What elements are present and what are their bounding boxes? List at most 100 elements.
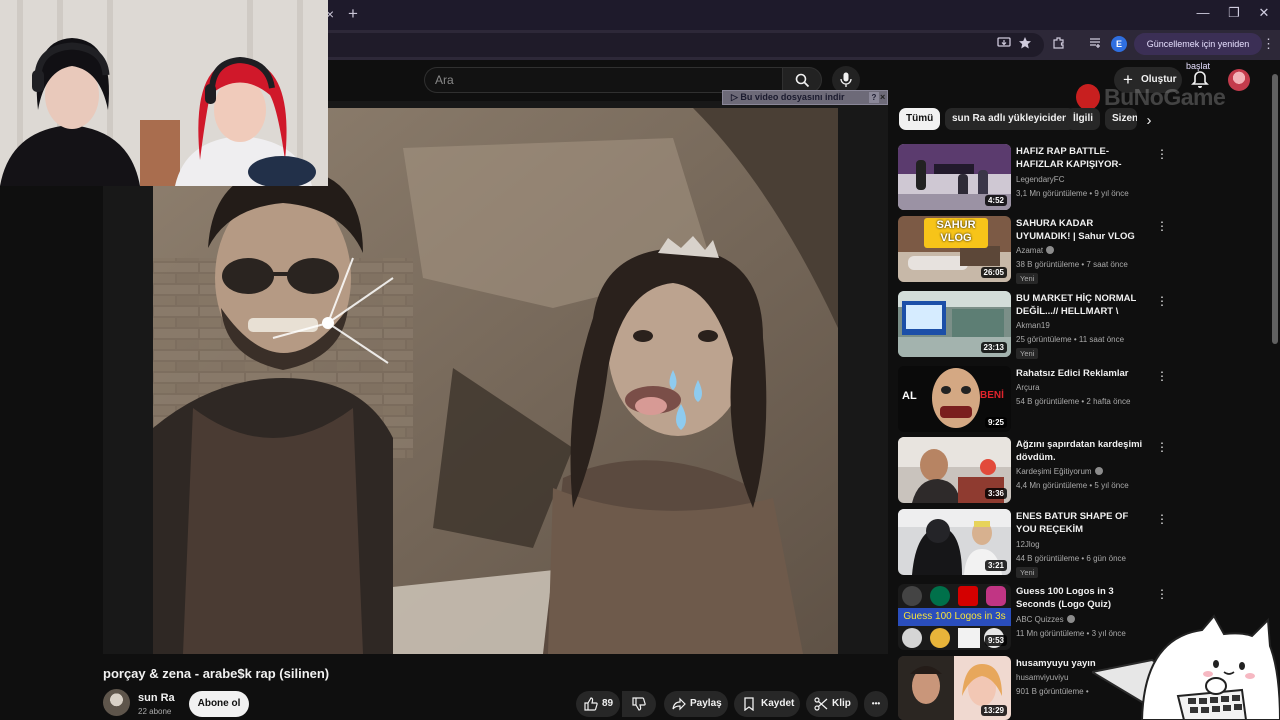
- facecam-image: [0, 0, 328, 186]
- video-duration: 4:52: [984, 195, 1007, 206]
- video-meta: 3,1 Mn görüntüleme • 9 yıl önce: [1016, 189, 1129, 198]
- more-options-icon[interactable]: ⋮: [1156, 146, 1168, 162]
- channel-name[interactable]: ABC Quizzes: [1016, 615, 1075, 624]
- download-video-banner[interactable]: ▷ Bu video dosyasını indir ? ×: [722, 90, 888, 105]
- video-frame: [153, 108, 838, 654]
- chip-related[interactable]: İlgili: [1066, 108, 1100, 130]
- channel-name[interactable]: sun Ra: [138, 692, 175, 704]
- bookmark-star-icon[interactable]: [1016, 36, 1034, 54]
- video-title[interactable]: SAHURA KADAR UYUMADIK! | Sahur VLOG: [1016, 217, 1146, 243]
- download-video-label[interactable]: ▷ Bu video dosyasını indir: [731, 91, 844, 104]
- video-thumbnail[interactable]: 23:13: [898, 291, 1011, 357]
- clip-button[interactable]: Klip: [806, 691, 858, 717]
- subscriber-count: 22 abone: [138, 707, 172, 716]
- video-meta: 25 görüntüleme • 11 saat önce: [1016, 335, 1125, 344]
- restore-button[interactable]: ❐: [1226, 5, 1242, 21]
- recommendation-item[interactable]: AL BENİ 9:25 Rahatsız Edici Reklamlar Ar…: [898, 366, 1170, 434]
- video-thumbnail[interactable]: 3:36: [898, 437, 1011, 503]
- video-thumbnail[interactable]: AL BENİ 9:25: [898, 366, 1011, 432]
- recommendation-item[interactable]: 3:21 ENES BATUR SHAPE OF YOU REÇEKİM 12J…: [898, 509, 1170, 578]
- thumbs-down-icon: [632, 697, 646, 711]
- video-meta: 54 B görüntüleme • 2 hafta önce: [1016, 397, 1131, 406]
- channel-name[interactable]: Kardeşimi Eğitiyorum: [1016, 467, 1103, 476]
- thumbnail-text: Guess 100 Logos in 3s: [903, 611, 1006, 622]
- video-duration: 9:25: [984, 417, 1007, 428]
- more-actions-button[interactable]: •••: [864, 691, 888, 717]
- more-options-icon[interactable]: ⋮: [1156, 218, 1168, 234]
- scrollbar-thumb[interactable]: [1272, 74, 1278, 344]
- video-title[interactable]: Ağzını şapırdatan kardeşimi dövdüm.: [1016, 438, 1146, 464]
- like-count: 89: [602, 698, 614, 709]
- scissors-icon: [814, 697, 828, 711]
- chip-for-you[interactable]: Sizen: [1105, 108, 1137, 130]
- channel-name[interactable]: husamviyuviyu: [1016, 673, 1068, 682]
- video-meta: 901 B görüntüleme •: [1016, 687, 1089, 696]
- recommendation-item[interactable]: 23:13 BU MARKET HİÇ NORMAL DEĞİL...// HE…: [898, 291, 1170, 359]
- stream-watermark: BuNoGame: [1074, 80, 1254, 116]
- extensions-icon[interactable]: [1050, 36, 1068, 54]
- recommendation-item[interactable]: SAHUR VLOG 26:05 SAHURA KADAR UYUMADIK! …: [898, 216, 1170, 284]
- share-button[interactable]: Paylaş: [664, 691, 728, 717]
- chevron-right-icon[interactable]: ›: [1140, 112, 1158, 130]
- more-options-icon[interactable]: ⋮: [1156, 586, 1168, 602]
- video-thumbnail[interactable]: 13:29: [898, 656, 1011, 720]
- chip-all[interactable]: Tümü: [899, 108, 941, 130]
- profile-avatar[interactable]: E: [1111, 36, 1127, 52]
- video-duration: 9:53: [984, 635, 1007, 646]
- video-thumbnail[interactable]: SAHUR VLOG 26:05: [898, 216, 1011, 282]
- save-label: Kaydet: [761, 698, 795, 709]
- update-restart-button[interactable]: Güncellemek için yeniden başlat: [1134, 33, 1262, 71]
- dislike-button[interactable]: [622, 691, 656, 717]
- thumbnail-text-left: AL: [902, 390, 917, 402]
- verified-badge-icon: [1094, 467, 1103, 475]
- new-tab-button[interactable]: +: [344, 4, 362, 24]
- video-still: [153, 108, 838, 654]
- recommendation-item[interactable]: 3:36 Ağzını şapırdatan kardeşimi dövdüm.…: [898, 437, 1170, 505]
- clip-label: Klip: [832, 698, 851, 709]
- like-button[interactable]: 89: [576, 691, 620, 717]
- thumbnail-text-right: BENİ: [980, 390, 1004, 401]
- browser-menu-icon[interactable]: ⋮: [1262, 35, 1275, 53]
- verified-badge-icon: [1066, 615, 1075, 623]
- video-title[interactable]: BU MARKET HİÇ NORMAL DEĞİL...// HELLMART…: [1016, 292, 1146, 319]
- video-thumbnail[interactable]: Guess 100 Logos in 3s 9:53: [898, 584, 1011, 650]
- channel-avatar[interactable]: [103, 689, 130, 716]
- video-title[interactable]: Guess 100 Logos in 3 Seconds (Logo Quiz): [1016, 585, 1146, 611]
- facecam-overlay: [0, 0, 328, 186]
- new-badge: Yeni: [1016, 273, 1039, 284]
- more-options-icon[interactable]: ⋮: [1156, 511, 1168, 527]
- download-help-button[interactable]: ?: [869, 92, 879, 103]
- video-title: porçay & zena - arabe$k rap (silinen): [103, 666, 330, 681]
- watermark-text: BuNoGame: [1104, 84, 1226, 110]
- chip-from-uploader[interactable]: sun Ra adlı yükleyiciden: [945, 108, 1076, 130]
- close-window-button[interactable]: ✕: [1256, 5, 1272, 21]
- more-options-icon[interactable]: ⋮: [1156, 368, 1168, 384]
- install-app-icon[interactable]: [995, 36, 1013, 54]
- download-close-button[interactable]: ×: [880, 91, 888, 104]
- minimize-button[interactable]: —: [1195, 5, 1211, 21]
- channel-name[interactable]: Arçura: [1016, 383, 1040, 392]
- video-thumbnail[interactable]: 4:52: [898, 144, 1011, 210]
- reading-list-icon[interactable]: [1086, 36, 1104, 54]
- video-thumbnail[interactable]: 3:21: [898, 509, 1011, 575]
- bongo-cat-overlay: [1092, 614, 1280, 720]
- channel-name[interactable]: Azamat: [1016, 246, 1055, 255]
- save-button[interactable]: Kaydet: [734, 691, 800, 717]
- new-badge: Yeni: [1016, 348, 1039, 359]
- more-options-icon[interactable]: ⋮: [1156, 293, 1168, 309]
- watermark-logo-icon: [1076, 84, 1100, 110]
- video-meta: 44 B görüntüleme • 6 gün önce: [1016, 554, 1126, 563]
- thumbs-up-icon: [584, 697, 598, 711]
- subscribe-button[interactable]: Abone ol: [189, 691, 249, 717]
- channel-name[interactable]: Akman19: [1016, 321, 1050, 330]
- channel-name[interactable]: LegendaryFC: [1016, 175, 1064, 184]
- more-options-icon[interactable]: ⋮: [1156, 439, 1168, 455]
- recommendation-item[interactable]: 4:52 HAFIZ RAP BATTLE-HAFIZLAR KAPIŞIYOR…: [898, 144, 1170, 212]
- video-title[interactable]: Rahatsız Edici Reklamlar: [1016, 367, 1146, 380]
- video-title[interactable]: ENES BATUR SHAPE OF YOU REÇEKİM: [1016, 510, 1146, 536]
- video-title[interactable]: HAFIZ RAP BATTLE-HAFIZLAR KAPIŞIYOR-HAFI…: [1016, 145, 1146, 172]
- more-dots-icon: •••: [871, 699, 881, 708]
- channel-name[interactable]: 12Jlog: [1016, 540, 1040, 549]
- thumbnail-text: SAHUR VLOG: [936, 219, 976, 244]
- share-icon: [672, 697, 686, 711]
